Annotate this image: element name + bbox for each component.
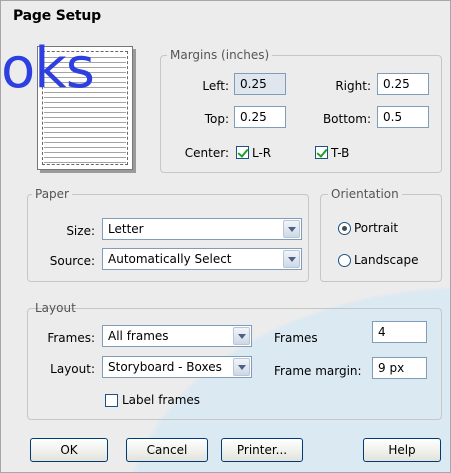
- chevron-down-icon[interactable]: [283, 220, 300, 238]
- top-margin-label: Top:: [204, 112, 229, 126]
- frames-select[interactable]: All frames: [102, 325, 252, 347]
- layout-legend: Layout: [35, 301, 76, 315]
- frames-value: All frames: [108, 329, 169, 343]
- right-margin-field[interactable]: 0.25: [377, 73, 429, 95]
- frame-margin-label: Frame margin:: [274, 364, 362, 378]
- paper-source-label: Source:: [49, 254, 95, 268]
- chevron-down-icon[interactable]: [283, 250, 300, 268]
- watermark-text: oks: [1, 36, 95, 101]
- paper-size-value: Letter: [108, 222, 144, 236]
- paper-source-select[interactable]: Automatically Select: [102, 248, 302, 270]
- landscape-radio[interactable]: [338, 254, 351, 267]
- orientation-group: [320, 194, 442, 282]
- printer-button[interactable]: Printer...: [221, 438, 303, 462]
- chevron-down-icon[interactable]: [233, 327, 250, 345]
- cancel-button[interactable]: Cancel: [126, 438, 208, 462]
- right-margin-label: Right:: [335, 79, 371, 93]
- paper-size-select[interactable]: Letter: [102, 218, 302, 240]
- bottom-margin-label: Bottom:: [322, 112, 371, 126]
- center-lr-checkbox[interactable]: [236, 146, 249, 159]
- frames-count-label: Frames: [274, 331, 318, 345]
- frames-count-field[interactable]: 4: [372, 321, 427, 343]
- layout-value: Storyboard - Boxes: [108, 360, 222, 374]
- left-margin-label: Left:: [202, 79, 229, 93]
- label-frames-checkbox[interactable]: [105, 394, 118, 407]
- center-lr-label: L-R: [252, 146, 272, 160]
- layout-select[interactable]: Storyboard - Boxes: [102, 356, 252, 378]
- top-margin-field[interactable]: 0.25: [234, 106, 286, 128]
- portrait-radio[interactable]: [338, 222, 351, 235]
- center-tb-label: T-B: [331, 146, 350, 160]
- ok-button[interactable]: OK: [30, 438, 108, 462]
- portrait-label: Portrait: [354, 221, 399, 235]
- label-frames-label: Label frames: [122, 393, 201, 407]
- center-label: Center:: [184, 146, 229, 160]
- chevron-down-icon[interactable]: [233, 358, 250, 376]
- left-margin-field[interactable]: 0.25: [234, 73, 286, 95]
- title-bar: Page Setup: [1, 1, 450, 31]
- page-setup-dialog: Page Setup oks Margins (inches) Left: 0.…: [0, 0, 451, 473]
- margins-legend: Margins (inches): [167, 48, 273, 62]
- paper-size-label: Size:: [66, 224, 95, 238]
- frame-margin-field[interactable]: 9 px: [372, 357, 427, 379]
- dialog-title: Page Setup: [13, 8, 101, 24]
- landscape-label: Landscape: [354, 253, 419, 267]
- paper-legend: Paper: [32, 187, 72, 201]
- layout-select-label: Layout:: [50, 362, 95, 376]
- bottom-margin-field[interactable]: 0.5: [377, 106, 429, 128]
- paper-source-value: Automatically Select: [108, 252, 232, 266]
- help-button[interactable]: Help: [363, 438, 441, 462]
- center-tb-checkbox[interactable]: [315, 146, 328, 159]
- frames-label: Frames:: [47, 331, 95, 345]
- orientation-legend: Orientation: [328, 187, 402, 201]
